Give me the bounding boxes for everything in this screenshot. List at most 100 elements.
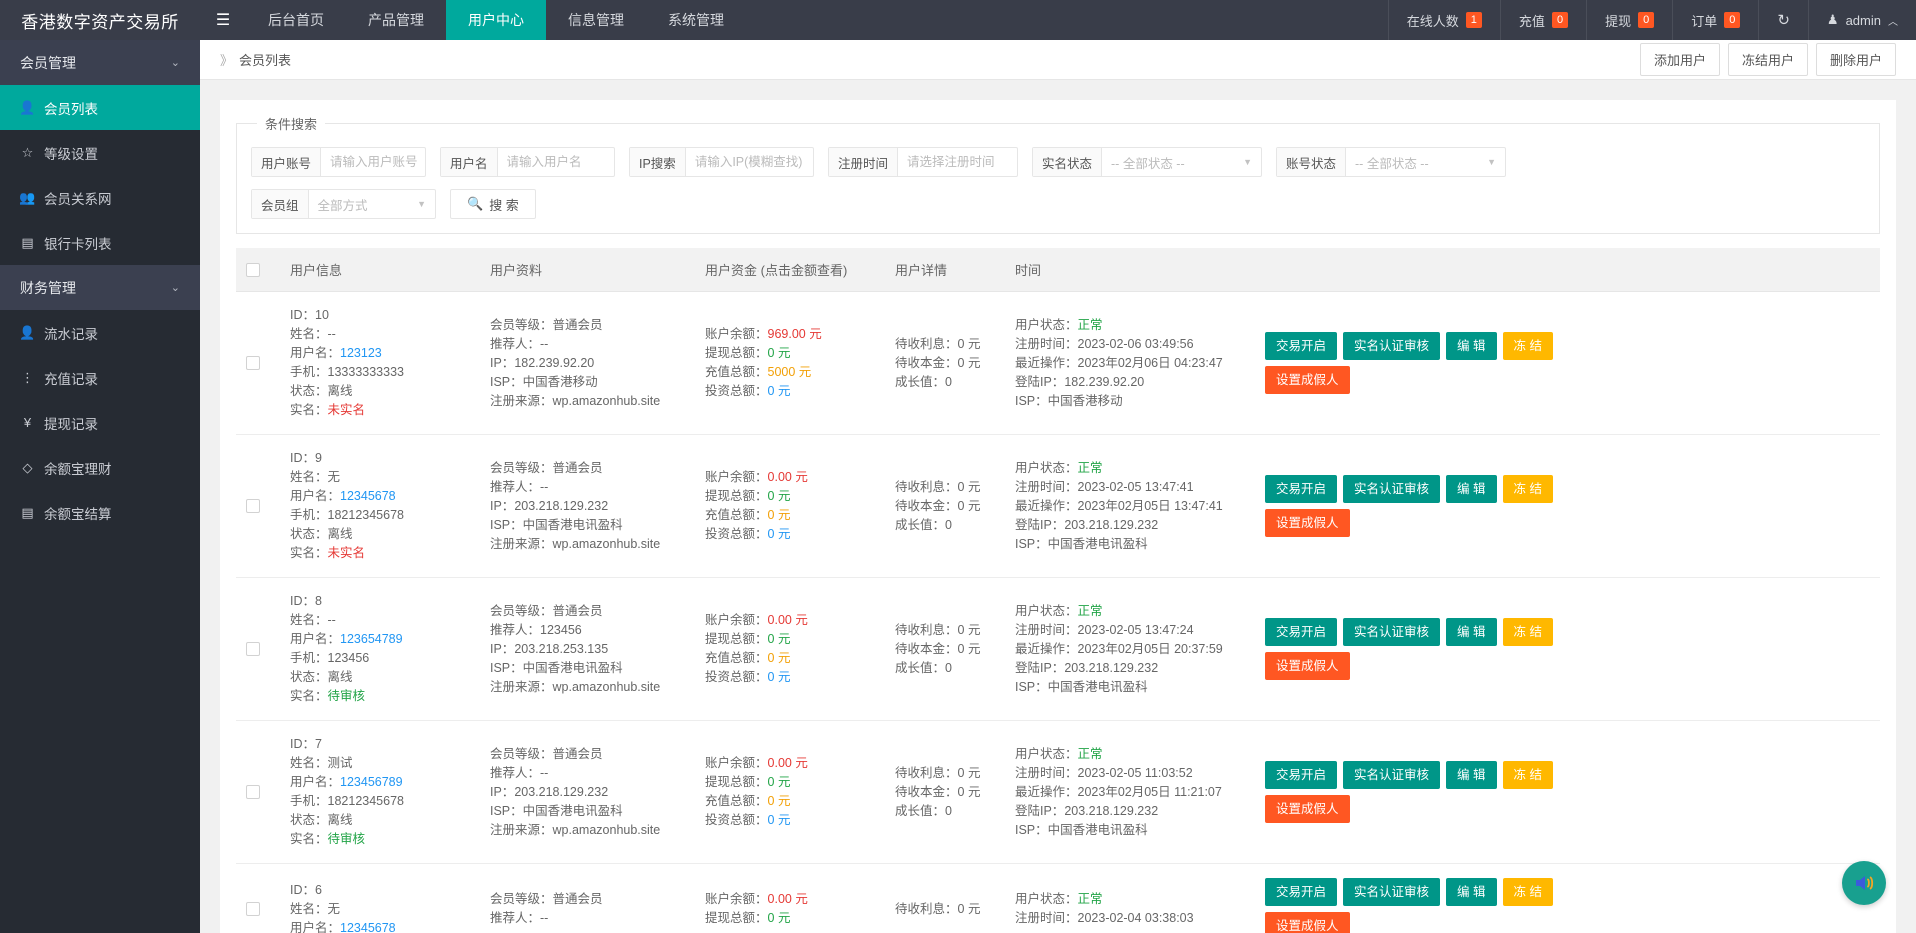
page-action-0[interactable]: 添加用户 [1639, 43, 1720, 76]
row-principal-label: 待收本金： [895, 498, 958, 513]
nav-item-1[interactable]: 产品管理 [346, 0, 446, 40]
row-action-3[interactable]: 冻 结 [1502, 332, 1553, 360]
row-action-2[interactable]: 编 辑 [1446, 475, 1497, 503]
row-realname: 实名：待审核 [290, 830, 470, 849]
row-checkbox[interactable] [246, 499, 260, 514]
nav-item-label: 信息管理 [568, 12, 624, 28]
row-phone-value: 13333333333 [327, 365, 404, 379]
sidebar-item-yen-circle-2[interactable]: ¥ 提现记录 [0, 400, 200, 445]
row-id-value: 9 [315, 451, 322, 465]
row-principal-value: 0 元 [957, 784, 981, 799]
page-action-1[interactable]: 冻结用户 [1727, 43, 1808, 76]
sidebar-item-card-3[interactable]: ▤ 银行卡列表 [0, 220, 200, 265]
row-recharge-value: 5000 元 [767, 365, 812, 379]
row-action-0[interactable]: 交易开启 [1265, 475, 1338, 503]
sidebar-item-star-1[interactable]: ☆ 等级设置 [0, 130, 200, 175]
sidebar-group-1[interactable]: 财务管理 ⌄ [0, 265, 200, 310]
row-action-4[interactable]: 设置成假人 [1265, 366, 1350, 394]
sidebar-item-group-2[interactable]: 👥 会员关系网 [0, 175, 200, 220]
row-action-1[interactable]: 实名认证审核 [1343, 761, 1441, 789]
cell-user-detail: 待收利息：0 元待收本金：0 元成长值：0 [885, 434, 1005, 578]
row-action-0[interactable]: 交易开启 [1265, 761, 1338, 789]
row-isp: ISP：中国香港电讯盈科 [490, 659, 685, 678]
row-action-1[interactable]: 实名认证审核 [1343, 878, 1441, 906]
regtime-input[interactable] [898, 148, 1031, 176]
row-checkbox[interactable] [246, 902, 260, 917]
nav-item-2[interactable]: 用户中心 [446, 0, 546, 40]
hamburger-icon[interactable]: ☰ [200, 0, 246, 40]
row-action-0[interactable]: 交易开启 [1265, 878, 1338, 906]
row-checkbox[interactable] [246, 785, 260, 800]
realname_status-select[interactable]: -- 全部状态 -- ▼ [1102, 148, 1261, 176]
stat-0[interactable]: 在线人数 1 [1387, 0, 1500, 40]
stat-2[interactable]: 提现 0 [1586, 0, 1672, 40]
sidebar-item-diamond-3[interactable]: ◇ 余额宝理财 [0, 445, 200, 490]
row-action-1[interactable]: 实名认证审核 [1343, 618, 1441, 646]
row-action-3[interactable]: 冻 结 [1502, 475, 1553, 503]
username-input[interactable] [497, 148, 621, 176]
row-action-0[interactable]: 交易开启 [1265, 332, 1338, 360]
row-principal-value: 0 元 [957, 498, 981, 513]
row-growth-value: 0 [945, 803, 952, 818]
sound-icon[interactable] [1842, 861, 1886, 905]
row-action-3[interactable]: 冻 结 [1502, 878, 1553, 906]
ip-input[interactable] [685, 148, 821, 176]
row-action-3[interactable]: 冻 结 [1502, 761, 1553, 789]
search-button[interactable]: 🔍 搜 索 [450, 189, 536, 219]
row-invest: 投资总额：0 元 [705, 525, 875, 544]
nav-item-3[interactable]: 信息管理 [546, 0, 646, 40]
row-ip-value: 203.218.129.232 [514, 498, 609, 513]
row-id-value: 7 [315, 737, 322, 751]
stat-1[interactable]: 充值 0 [1499, 0, 1586, 40]
group-select[interactable]: 全部方式 ▼ [309, 190, 435, 218]
row-action-2[interactable]: 编 辑 [1446, 618, 1497, 646]
account_status-select[interactable]: -- 全部状态 -- ▼ [1346, 148, 1505, 176]
row-action-4[interactable]: 设置成假人 [1265, 912, 1350, 933]
row-interest-label: 待收利息： [895, 479, 958, 494]
row-recharge-label: 充值总额： [705, 508, 768, 522]
row-action-4[interactable]: 设置成假人 [1265, 795, 1350, 823]
sidebar-item-user-0[interactable]: 👤 流水记录 [0, 310, 200, 355]
row-principal-value: 0 元 [957, 355, 981, 370]
row-checkbox[interactable] [246, 642, 260, 657]
row-action-1[interactable]: 实名认证审核 [1343, 332, 1441, 360]
cell-user-info: ID：8 姓名：-- 用户名：123654789 手机：123456 状态：离线 实名：待… [280, 577, 480, 721]
sidebar-group-0[interactable]: 会员管理 ⌄ [0, 40, 200, 85]
row-status-label: 状态： [290, 670, 328, 684]
list-icon: ▤ [21, 504, 34, 520]
diamond-icon: ◇ [22, 459, 33, 475]
row-realname-value: 未实名 [327, 403, 366, 417]
row-action-3[interactable]: 冻 结 [1502, 618, 1553, 646]
user-menu[interactable]: ♟ admin ︿ [1807, 0, 1916, 40]
row-action-0[interactable]: 交易开启 [1265, 618, 1338, 646]
nav-item-0[interactable]: 后台首页 [246, 0, 346, 40]
row-last-op: 最近操作：2023年02月05日 13:47:41 [1015, 497, 1245, 516]
row-login-ip-value: 182.239.92.20 [1064, 374, 1145, 389]
row-action-4[interactable]: 设置成假人 [1265, 509, 1350, 537]
page-action-2[interactable]: 删除用户 [1815, 43, 1896, 76]
row-username-value: 12345678 [340, 489, 396, 503]
row-action-1[interactable]: 实名认证审核 [1343, 475, 1441, 503]
select-all-checkbox[interactable] [246, 263, 260, 278]
row-level: 会员等级：普通会员 [490, 459, 685, 478]
row-realname-value: 未实名 [327, 546, 366, 560]
nav-item-4[interactable]: 系统管理 [646, 0, 746, 40]
star-icon: ☆ [21, 144, 34, 160]
refresh-icon[interactable]: ↻ [1758, 0, 1808, 40]
row-login-ip-label: 登陆IP： [1015, 374, 1065, 389]
row-username-label: 用户名： [290, 775, 341, 789]
row-action-2[interactable]: 编 辑 [1446, 878, 1497, 906]
row-login-ip: 登陆IP：203.218.129.232 [1015, 802, 1245, 821]
row-checkbox[interactable] [246, 356, 260, 371]
sidebar-item-user-0[interactable]: 👤 会员列表 [0, 85, 200, 130]
row-action-2[interactable]: 编 辑 [1446, 332, 1497, 360]
row-action-2[interactable]: 编 辑 [1446, 761, 1497, 789]
account-input[interactable] [321, 148, 442, 176]
sidebar-item-dots-1[interactable]: ⋮ 充值记录 [0, 355, 200, 400]
row-username-label: 用户名： [290, 489, 341, 503]
stat-3[interactable]: 订单 0 [1672, 0, 1758, 40]
sidebar-item-list-4[interactable]: ▤ 余额宝结算 [0, 490, 200, 535]
row-action-4[interactable]: 设置成假人 [1265, 652, 1350, 680]
row-interest-value: 0 元 [957, 336, 981, 351]
row-withdraw: 提现总额：0 元 [705, 773, 875, 792]
